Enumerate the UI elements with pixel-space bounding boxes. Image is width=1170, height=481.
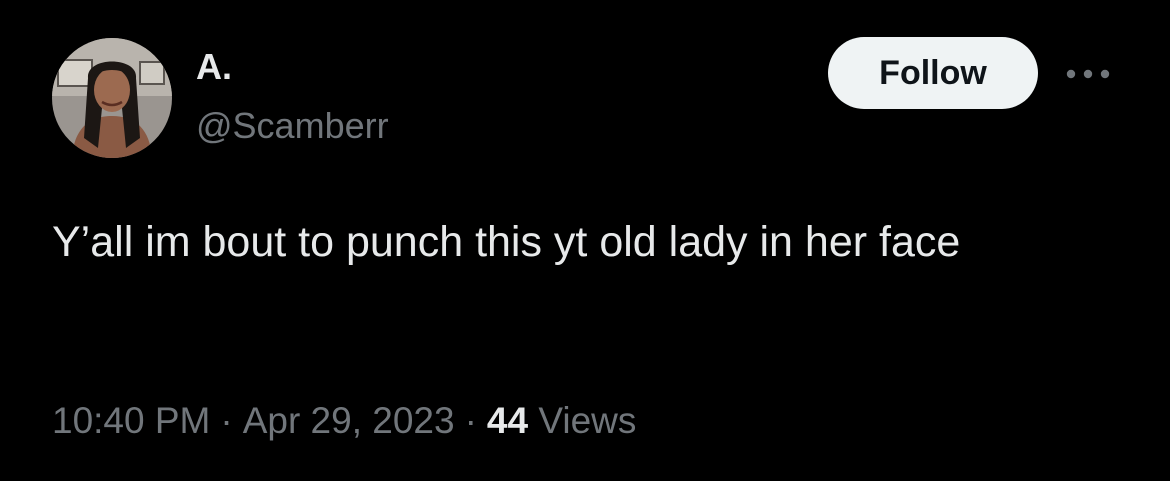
views-count: 44 [486,400,529,441]
tweet-time[interactable]: 10:40 PM [52,400,210,441]
profile-photo-icon [52,38,172,158]
author-display-name[interactable]: A. [196,44,232,90]
tweet-text: Y’all im bout to punch this yt old lady … [52,218,961,266]
follow-button[interactable]: Follow [828,37,1038,109]
more-horizontal-icon [1066,69,1110,79]
tweet-metadata: 10:40 PM · Apr 29, 2023 · 44 Views [52,396,636,446]
views-label: Views [538,400,637,441]
separator: · [220,400,233,441]
separator: · [464,400,477,441]
more-options-button[interactable] [1062,58,1114,90]
author-handle[interactable]: @Scamberr [196,103,389,149]
avatar[interactable] [52,38,172,158]
tweet-date[interactable]: Apr 29, 2023 [243,400,455,441]
